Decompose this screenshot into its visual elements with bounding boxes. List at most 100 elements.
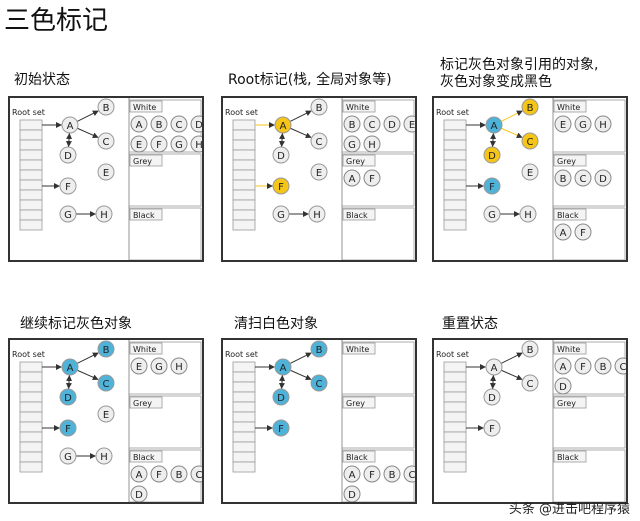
node-label: E bbox=[527, 168, 533, 179]
node-label: C bbox=[176, 120, 183, 131]
black-set-item: C bbox=[190, 465, 202, 483]
node-label: C bbox=[316, 137, 323, 148]
node-label: C bbox=[580, 174, 587, 185]
node-label: E bbox=[560, 120, 566, 131]
node-label: C bbox=[103, 137, 110, 148]
white-set-label: White bbox=[557, 345, 580, 354]
node-label: B bbox=[316, 345, 323, 356]
grey-set-item: A bbox=[343, 169, 361, 187]
edge-D-A bbox=[279, 374, 286, 390]
root-set-stack bbox=[232, 361, 256, 473]
node-label: F bbox=[156, 470, 162, 481]
white-set-label: White bbox=[133, 103, 156, 112]
node-label: B bbox=[389, 470, 396, 481]
root-set-label: Root set bbox=[225, 350, 258, 359]
node-label: E bbox=[316, 168, 322, 179]
node-A: A bbox=[61, 358, 79, 376]
node-A: A bbox=[485, 358, 503, 376]
node-label: D bbox=[135, 490, 143, 501]
root-set-label: Root set bbox=[12, 350, 45, 359]
node-H: H bbox=[95, 205, 113, 223]
node-label: F bbox=[278, 182, 284, 193]
root-set-stack bbox=[232, 119, 256, 231]
white-set-item: G bbox=[170, 135, 188, 153]
white-set-item: D bbox=[554, 377, 572, 395]
node-F: F bbox=[483, 177, 501, 195]
node-label: H bbox=[313, 210, 321, 221]
node-F: F bbox=[272, 177, 290, 195]
node-label: C bbox=[527, 379, 534, 390]
root-set-stack bbox=[19, 119, 43, 231]
root-set-label: Root set bbox=[225, 108, 258, 117]
black-set-item: A bbox=[554, 223, 572, 241]
gc-panel: Root set A B C D F White Grey Black A F B C D bbox=[221, 338, 417, 504]
node-label: B bbox=[176, 470, 183, 481]
node-label: E bbox=[103, 410, 109, 421]
node-label: F bbox=[65, 182, 71, 193]
node-label: B bbox=[103, 103, 110, 114]
node-B: B bbox=[97, 340, 115, 358]
node-label: D bbox=[277, 393, 285, 404]
node-label: A bbox=[280, 121, 287, 132]
node-label: D bbox=[488, 151, 496, 162]
node-C: C bbox=[521, 374, 539, 392]
root-set-stack bbox=[443, 119, 467, 231]
black-set: Black A F B C D bbox=[128, 449, 202, 502]
node-label: B bbox=[156, 120, 163, 131]
black-set-item: A bbox=[343, 465, 361, 483]
grey-set-item: B bbox=[554, 169, 572, 187]
node-label: A bbox=[67, 121, 74, 132]
white-set-item: H bbox=[170, 357, 188, 375]
node-label: A bbox=[67, 363, 74, 374]
root-set-label: Root set bbox=[436, 108, 469, 117]
grey-set: Grey B C D bbox=[552, 153, 626, 207]
node-label: H bbox=[368, 140, 376, 151]
node-H: H bbox=[95, 447, 113, 465]
white-set: White A F B C D bbox=[552, 341, 626, 395]
white-set: White B C D E G H bbox=[341, 99, 415, 153]
edge-D-A bbox=[490, 132, 497, 148]
gc-panel: Root set A B C D E F G H White E G H Grey Black A F B C D bbox=[8, 338, 204, 504]
grey-set-label: Grey bbox=[346, 399, 365, 408]
node-F: F bbox=[59, 177, 77, 195]
node-label: E bbox=[136, 140, 142, 151]
node-D: D bbox=[59, 388, 77, 406]
node-label: H bbox=[175, 362, 183, 373]
panel-title: 继续标记灰色对象 bbox=[20, 316, 132, 332]
white-set-item: A bbox=[554, 357, 572, 375]
node-C: C bbox=[521, 132, 539, 150]
node-label: D bbox=[559, 382, 567, 393]
node-label: B bbox=[316, 103, 323, 114]
node-G: G bbox=[272, 205, 290, 223]
edge-D-A bbox=[66, 374, 73, 390]
watermark: 头条 @进击吧程序猿 bbox=[508, 502, 630, 517]
grey-set: Grey bbox=[128, 153, 202, 207]
node-E: E bbox=[97, 405, 115, 423]
node-label: D bbox=[388, 120, 396, 131]
black-set-item: D bbox=[343, 485, 361, 502]
grey-set-label: Grey bbox=[133, 157, 152, 166]
grey-set-label: Grey bbox=[133, 399, 152, 408]
black-set-item: D bbox=[130, 485, 148, 502]
white-set-item: B bbox=[150, 115, 168, 133]
node-F: F bbox=[59, 419, 77, 437]
node-label: A bbox=[560, 228, 567, 239]
black-set: Black bbox=[128, 207, 202, 260]
white-set-item: H bbox=[190, 135, 202, 153]
white-set-label: White bbox=[557, 103, 580, 112]
node-E: E bbox=[521, 163, 539, 181]
node-label: B bbox=[527, 345, 534, 356]
node-label: B bbox=[349, 120, 356, 131]
edge-A-C bbox=[290, 369, 312, 381]
node-F: F bbox=[272, 419, 290, 437]
node-label: D bbox=[64, 393, 72, 404]
node-label: D bbox=[348, 490, 356, 501]
node-label: G bbox=[348, 140, 356, 151]
node-label: F bbox=[369, 470, 375, 481]
node-label: G bbox=[277, 210, 285, 221]
node-E: E bbox=[97, 163, 115, 181]
node-A: A bbox=[485, 116, 503, 134]
black-set-item: F bbox=[363, 465, 381, 483]
white-set-label: White bbox=[346, 103, 369, 112]
white-set-label: White bbox=[133, 345, 156, 354]
